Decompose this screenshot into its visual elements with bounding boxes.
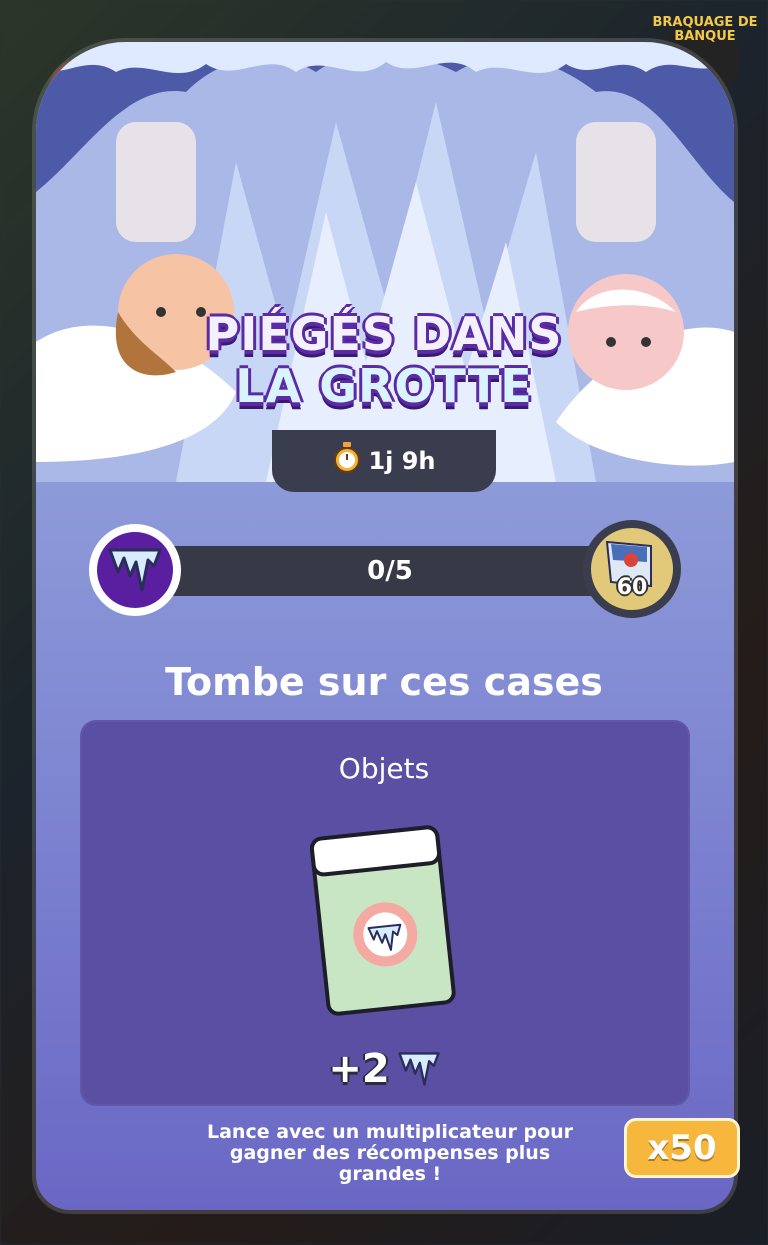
bonus-row: +2	[0, 1046, 768, 1092]
icicle-token-badge	[89, 524, 181, 616]
multiplier-hint: Lance avec un multiplicateur pour gagner…	[206, 1121, 574, 1185]
bonus-amount: +2	[328, 1046, 390, 1092]
event-title-line1: PIÉGÉS DANS	[205, 307, 563, 361]
icicle-icon	[108, 548, 162, 592]
event-title: PIÉGÉS DANS LA GROTTE	[0, 308, 768, 412]
stopwatch-icon	[332, 442, 362, 480]
milestone-reward[interactable]: 60	[583, 520, 681, 618]
bank-heist-badge: BRAQUAGE DE BANQUE	[652, 15, 758, 44]
reward-count: 60	[616, 575, 648, 600]
item-card-icon	[308, 822, 468, 1026]
icicle-icon	[398, 1052, 440, 1086]
cave-illustration	[36, 42, 734, 482]
event-timer: 1j 9h	[272, 430, 496, 492]
timer-text: 1j 9h	[368, 447, 436, 475]
multiplier-button[interactable]: x50	[624, 1118, 740, 1178]
progress-label: 0/5	[367, 556, 413, 586]
objective-heading: Tombe sur ces cases	[165, 660, 603, 704]
tile-category: Objets	[338, 752, 430, 785]
event-title-line2: LA GROTTE	[235, 359, 533, 413]
